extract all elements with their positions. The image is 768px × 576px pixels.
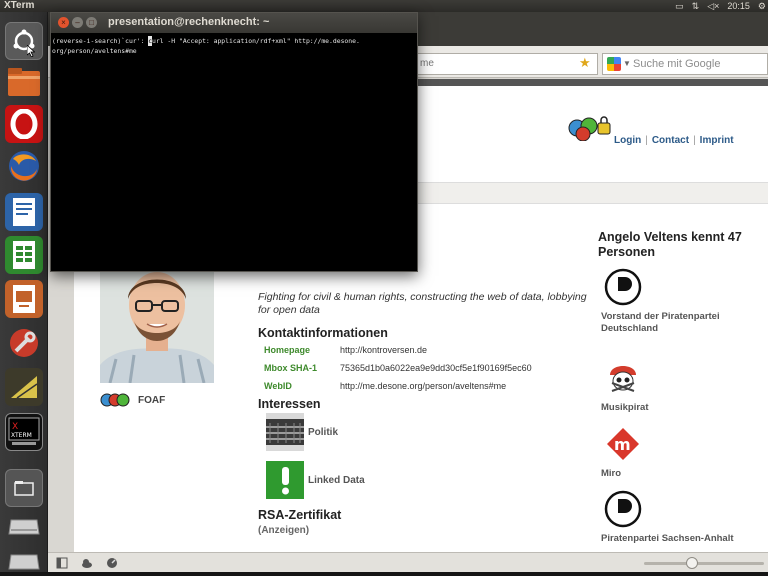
sidebar-toggle-icon[interactable] (56, 557, 68, 569)
profile-photo (100, 269, 214, 383)
mbox-value: 75365d1b0a6022ea9e9dd30cf5e1f90169f5ec60 (340, 363, 532, 373)
zoom-slider-track[interactable] (644, 562, 764, 565)
contact-heading: Kontaktinformationen (258, 326, 388, 340)
close-icon[interactable]: × (58, 17, 69, 28)
command-text-wrapped: org/person/aveltens#me (52, 47, 137, 55)
volume-muted-icon[interactable]: ◁× (707, 0, 719, 12)
browser-statusbar (48, 552, 768, 572)
knows-person-4[interactable]: Piratenpartei Sachsen-Anhalt (601, 533, 751, 545)
miro-icon[interactable]: m (604, 425, 642, 463)
mouse-pointer-icon (27, 45, 35, 57)
rsa-show-link[interactable]: (Anzeigen) (258, 525, 309, 536)
terminal-output[interactable]: (reverse-i-search)`cur': curl -H "Accept… (51, 34, 417, 272)
keyboard-indicator-icon[interactable]: ▭ (675, 0, 684, 12)
dash-home-icon[interactable] (5, 22, 43, 60)
indicator-area: ▭ ⇅ ◁× 20:15 ⚙ (675, 0, 766, 12)
impress-icon[interactable] (5, 280, 43, 318)
drive-icon[interactable] (5, 506, 43, 544)
xterm-icon[interactable]: X XTERM (5, 413, 43, 451)
workspace-switcher-icon[interactable] (5, 368, 43, 406)
svg-text:X: X (12, 422, 18, 432)
terminal-title: presentation@rechenknecht: ~ (108, 16, 270, 28)
foaf-icon (100, 393, 130, 407)
trash-folder-icon[interactable] (5, 469, 43, 507)
chevron-down-icon[interactable]: ▼ (623, 54, 631, 74)
musikpirat-icon[interactable] (604, 359, 642, 397)
address-text: me (420, 58, 434, 69)
opera-icon[interactable] (5, 105, 43, 143)
command-text: url -H "Accept: application/rdf+xml" htt… (152, 37, 360, 45)
firefox-icon[interactable] (5, 147, 43, 185)
mbox-label: Mbox SHA-1 (264, 363, 318, 373)
top-nav: Login | Contact | Imprint (614, 135, 734, 146)
maximize-icon[interactable]: □ (86, 17, 97, 28)
search-placeholder: Suche mit Google (633, 58, 721, 70)
search-prompt: (reverse-i-search)`cur': (52, 37, 149, 45)
interests-heading: Interessen (258, 397, 321, 411)
gear-icon[interactable]: ⚙ (758, 0, 766, 12)
homepage-link[interactable]: http://kontroversen.de (340, 345, 427, 355)
webid-link[interactable]: http://me.desone.org/person/aveltens#me (340, 381, 506, 391)
linked-data-thumbnail[interactable] (266, 461, 304, 499)
cloud-icon[interactable] (81, 557, 93, 569)
clock[interactable]: 20:15 (727, 0, 750, 12)
interest-linked-data[interactable]: Linked Data (308, 475, 365, 486)
address-bar[interactable]: me (416, 53, 598, 75)
piratenpartei-sachsen-anhalt-icon[interactable] (604, 490, 642, 528)
writer-icon[interactable] (5, 193, 43, 231)
rsa-heading: RSA-Zertifikat (258, 508, 342, 522)
knows-title: Angelo Veltens kennt 47 Personen (598, 230, 742, 259)
interest-politik[interactable]: Politik (308, 427, 338, 438)
bookmark-star-icon[interactable]: ★ (579, 55, 591, 71)
speed-dial-icon[interactable] (106, 557, 118, 569)
screen-bottom-edge (0, 572, 768, 576)
knows-person-1[interactable]: Vorstand der Piratenpartei Deutschland (601, 311, 751, 335)
piratenpartei-icon[interactable] (604, 268, 642, 306)
search-input[interactable]: ▼ Suche mit Google (602, 53, 768, 75)
profile-tagline: Fighting for civil & human rights, const… (258, 291, 587, 316)
imprint-link[interactable]: Imprint (700, 135, 734, 146)
politik-thumbnail[interactable] (266, 413, 304, 451)
homepage-label: Homepage (264, 345, 311, 355)
xterm-icon-label: XTERM (11, 432, 32, 439)
settings-icon[interactable] (5, 324, 43, 362)
terminal-titlebar[interactable]: × – □ presentation@rechenknecht: ~ (51, 13, 417, 33)
site-logo-icon (568, 116, 611, 141)
xterm-window[interactable]: × – □ presentation@rechenknecht: ~ (reve… (50, 12, 418, 272)
knows-person-2[interactable]: Musikpirat (601, 402, 751, 414)
contact-link[interactable]: Contact (652, 135, 689, 146)
knows-person-3[interactable]: Miro (601, 468, 751, 480)
launcher: X XTERM (0, 12, 48, 576)
svg-text:m: m (614, 435, 631, 454)
zoom-slider-handle[interactable] (686, 557, 698, 569)
login-link[interactable]: Login (614, 135, 641, 146)
files-icon[interactable] (5, 63, 43, 101)
desktop: XTerm ▭ ⇅ ◁× 20:15 ⚙ X XTERM me ★ ▼ Such… (0, 0, 768, 576)
minimize-icon[interactable]: – (72, 17, 83, 28)
active-app-name: XTerm (4, 0, 35, 11)
webid-label: WebID (264, 381, 292, 391)
network-icon[interactable]: ⇅ (692, 0, 700, 12)
top-panel: XTerm ▭ ⇅ ◁× 20:15 ⚙ (0, 0, 768, 12)
calc-icon[interactable] (5, 236, 43, 274)
google-icon[interactable] (607, 57, 621, 71)
foaf-badge[interactable]: FOAF (100, 392, 165, 408)
foaf-label: FOAF (138, 394, 166, 406)
